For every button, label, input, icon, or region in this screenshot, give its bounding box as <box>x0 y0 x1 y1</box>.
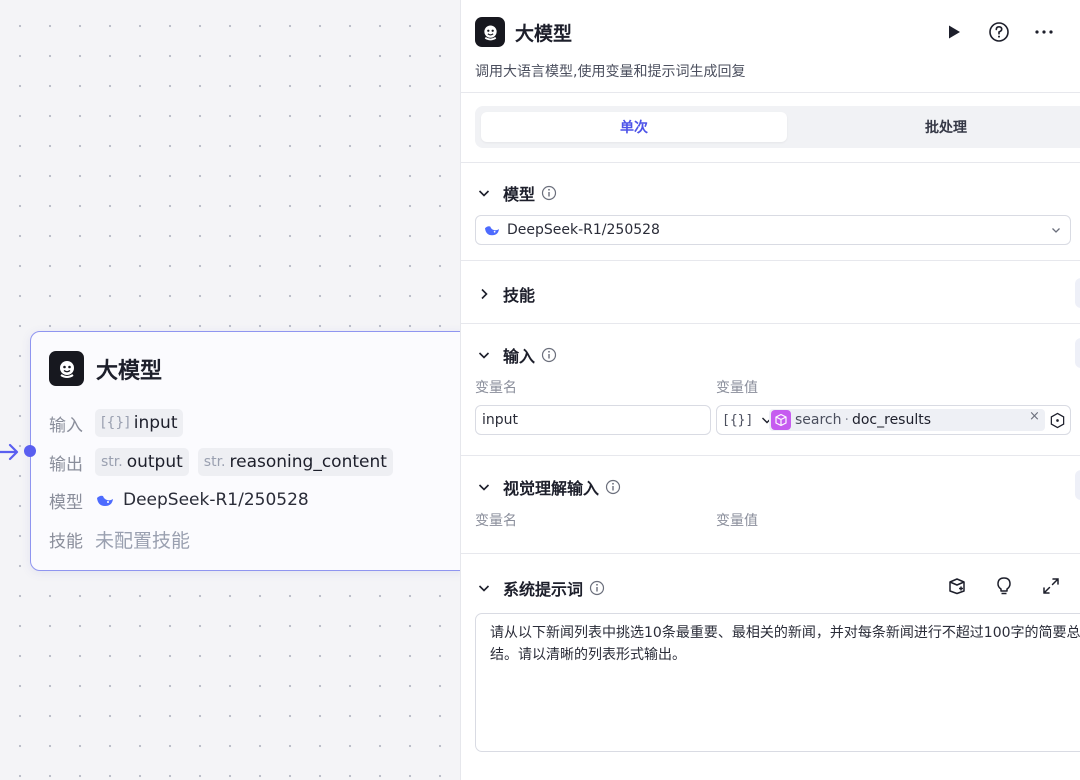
tab-single[interactable]: 单次 <box>481 112 787 142</box>
variable-value-header: 变量值 <box>716 513 758 529</box>
input-section-header[interactable]: 输入 <box>477 343 557 367</box>
cube-icon <box>771 410 791 430</box>
reference-variable: doc_results <box>851 412 932 428</box>
mode-tabs: 单次 批处理 <box>475 106 1080 148</box>
reference-separator: · <box>844 412 849 428</box>
node-output-pill: str. reasoning_content <box>197 448 393 476</box>
node-input-label: 输入 <box>49 415 83 436</box>
hexagon-more-icon[interactable] <box>1049 412 1066 429</box>
variable-value-header: 变量值 <box>716 380 758 396</box>
divider <box>461 92 1080 93</box>
model-section-header[interactable]: 模型 <box>477 181 557 205</box>
array-type-badge: [{}] <box>101 415 130 431</box>
variable-value-reference[interactable]: [{}] search · doc_results × <box>716 405 1071 435</box>
divider <box>461 553 1080 554</box>
chevron-down-icon <box>1052 228 1060 233</box>
node-title: 大模型 <box>96 358 163 384</box>
variable-name-header: 变量名 <box>475 380 517 396</box>
info-icon[interactable] <box>541 185 557 201</box>
add-input-button[interactable] <box>1075 338 1080 368</box>
chevron-right-icon <box>481 288 488 300</box>
model-select[interactable]: DeepSeek-R1/250528 <box>475 215 1071 245</box>
node-skill-value: 未配置技能 <box>95 529 191 552</box>
chevron-down-icon <box>478 484 490 491</box>
panel-description: 调用大语言模型,使用变量和提示词生成回复 <box>475 64 746 80</box>
divider <box>461 260 1080 261</box>
prompt-library-button[interactable] <box>943 572 971 600</box>
panel-actions <box>939 19 1074 45</box>
chevron-down-icon <box>478 585 490 592</box>
node-config-panel: 大模型 调用大语言模型,使用变量和提示词生成回复 单次 批处理 模型 DeepS… <box>460 0 1080 780</box>
reference-tag: search · doc_results <box>769 409 1045 431</box>
deepseek-whale-icon <box>97 495 113 506</box>
system-prompt-title: 系统提示词 <box>503 580 584 599</box>
expand-icon <box>1043 578 1059 594</box>
play-icon <box>949 25 960 39</box>
clear-reference-button[interactable]: × <box>1029 409 1040 424</box>
node-model-row: 模型 DeepSeek-R1/250528 <box>49 486 309 514</box>
add-skill-button[interactable] <box>1075 278 1080 308</box>
info-icon[interactable] <box>541 347 557 363</box>
node-output-name: reasoning_content <box>229 452 387 472</box>
node-input-row: 输入 [{}] input <box>49 409 192 437</box>
info-icon[interactable] <box>605 479 621 495</box>
variable-name-header: 变量名 <box>475 513 517 529</box>
system-prompt-section-header[interactable]: 系统提示词 <box>477 576 605 600</box>
vision-section-header[interactable]: 视觉理解输入 <box>477 475 621 499</box>
node-model-label: 模型 <box>49 492 83 513</box>
help-icon <box>989 22 1009 42</box>
llm-node-card[interactable]: 大模型 输入 [{}] input 输出 str. output str. re… <box>24 331 470 571</box>
node-skill-label: 技能 <box>49 531 83 552</box>
chevron-down-icon <box>478 352 490 359</box>
info-icon[interactable] <box>589 580 605 596</box>
string-type-badge: str. <box>101 454 123 470</box>
reference-source: search <box>795 412 842 428</box>
node-input-name: input <box>133 413 178 433</box>
llm-logo-icon <box>475 17 505 47</box>
node-output-name: output <box>126 452 183 472</box>
node-output-pill: str. output <box>95 448 189 476</box>
help-button[interactable] <box>984 19 1014 45</box>
prompt-toolbar <box>943 572 1080 600</box>
string-type-badge: str. <box>203 454 226 470</box>
more-button[interactable] <box>1029 19 1059 45</box>
panel-title: 大模型 <box>515 22 573 45</box>
divider <box>461 455 1080 456</box>
more-icon <box>1035 30 1053 34</box>
skills-section-title: 技能 <box>503 286 536 305</box>
expand-button[interactable] <box>1037 572 1065 600</box>
edge-arrow-icon <box>0 443 19 461</box>
node-output-row: 输出 str. output str. reasoning_content <box>49 448 402 476</box>
run-button[interactable] <box>939 19 969 45</box>
prompt-library-icon <box>949 578 965 595</box>
divider <box>461 323 1080 324</box>
node-input-pill: [{}] input <box>95 409 184 437</box>
node-header: 大模型 <box>49 351 162 386</box>
node-output-label: 输出 <box>49 454 83 475</box>
tab-batch[interactable]: 批处理 <box>793 112 1080 142</box>
vision-section-title: 视觉理解输入 <box>503 479 600 498</box>
variable-name-input[interactable] <box>475 405 711 435</box>
llm-logo-icon <box>49 351 84 386</box>
divider <box>461 162 1080 163</box>
chevron-down-icon <box>478 190 490 197</box>
input-section-title: 输入 <box>503 347 536 366</box>
array-type-badge: [{}] <box>722 412 754 428</box>
node-model-name: DeepSeek-R1/250528 <box>123 490 309 510</box>
prompt-optimize-button[interactable] <box>990 572 1018 600</box>
model-select-value: DeepSeek-R1/250528 <box>507 222 660 238</box>
node-input-port[interactable] <box>24 445 36 457</box>
system-prompt-editor[interactable]: 请从以下新闻列表中挑选10条最重要、最相关的新闻，并对每条新闻进行不超过100字… <box>475 613 1080 752</box>
add-vision-input-button[interactable] <box>1075 470 1080 500</box>
skills-section-header[interactable]: 技能 <box>477 282 535 306</box>
model-section-title: 模型 <box>503 185 536 204</box>
lightbulb-icon <box>997 577 1011 595</box>
panel-header: 大模型 <box>475 17 572 47</box>
deepseek-whale-icon <box>485 226 499 236</box>
node-skill-row: 技能 未配置技能 <box>49 525 190 553</box>
